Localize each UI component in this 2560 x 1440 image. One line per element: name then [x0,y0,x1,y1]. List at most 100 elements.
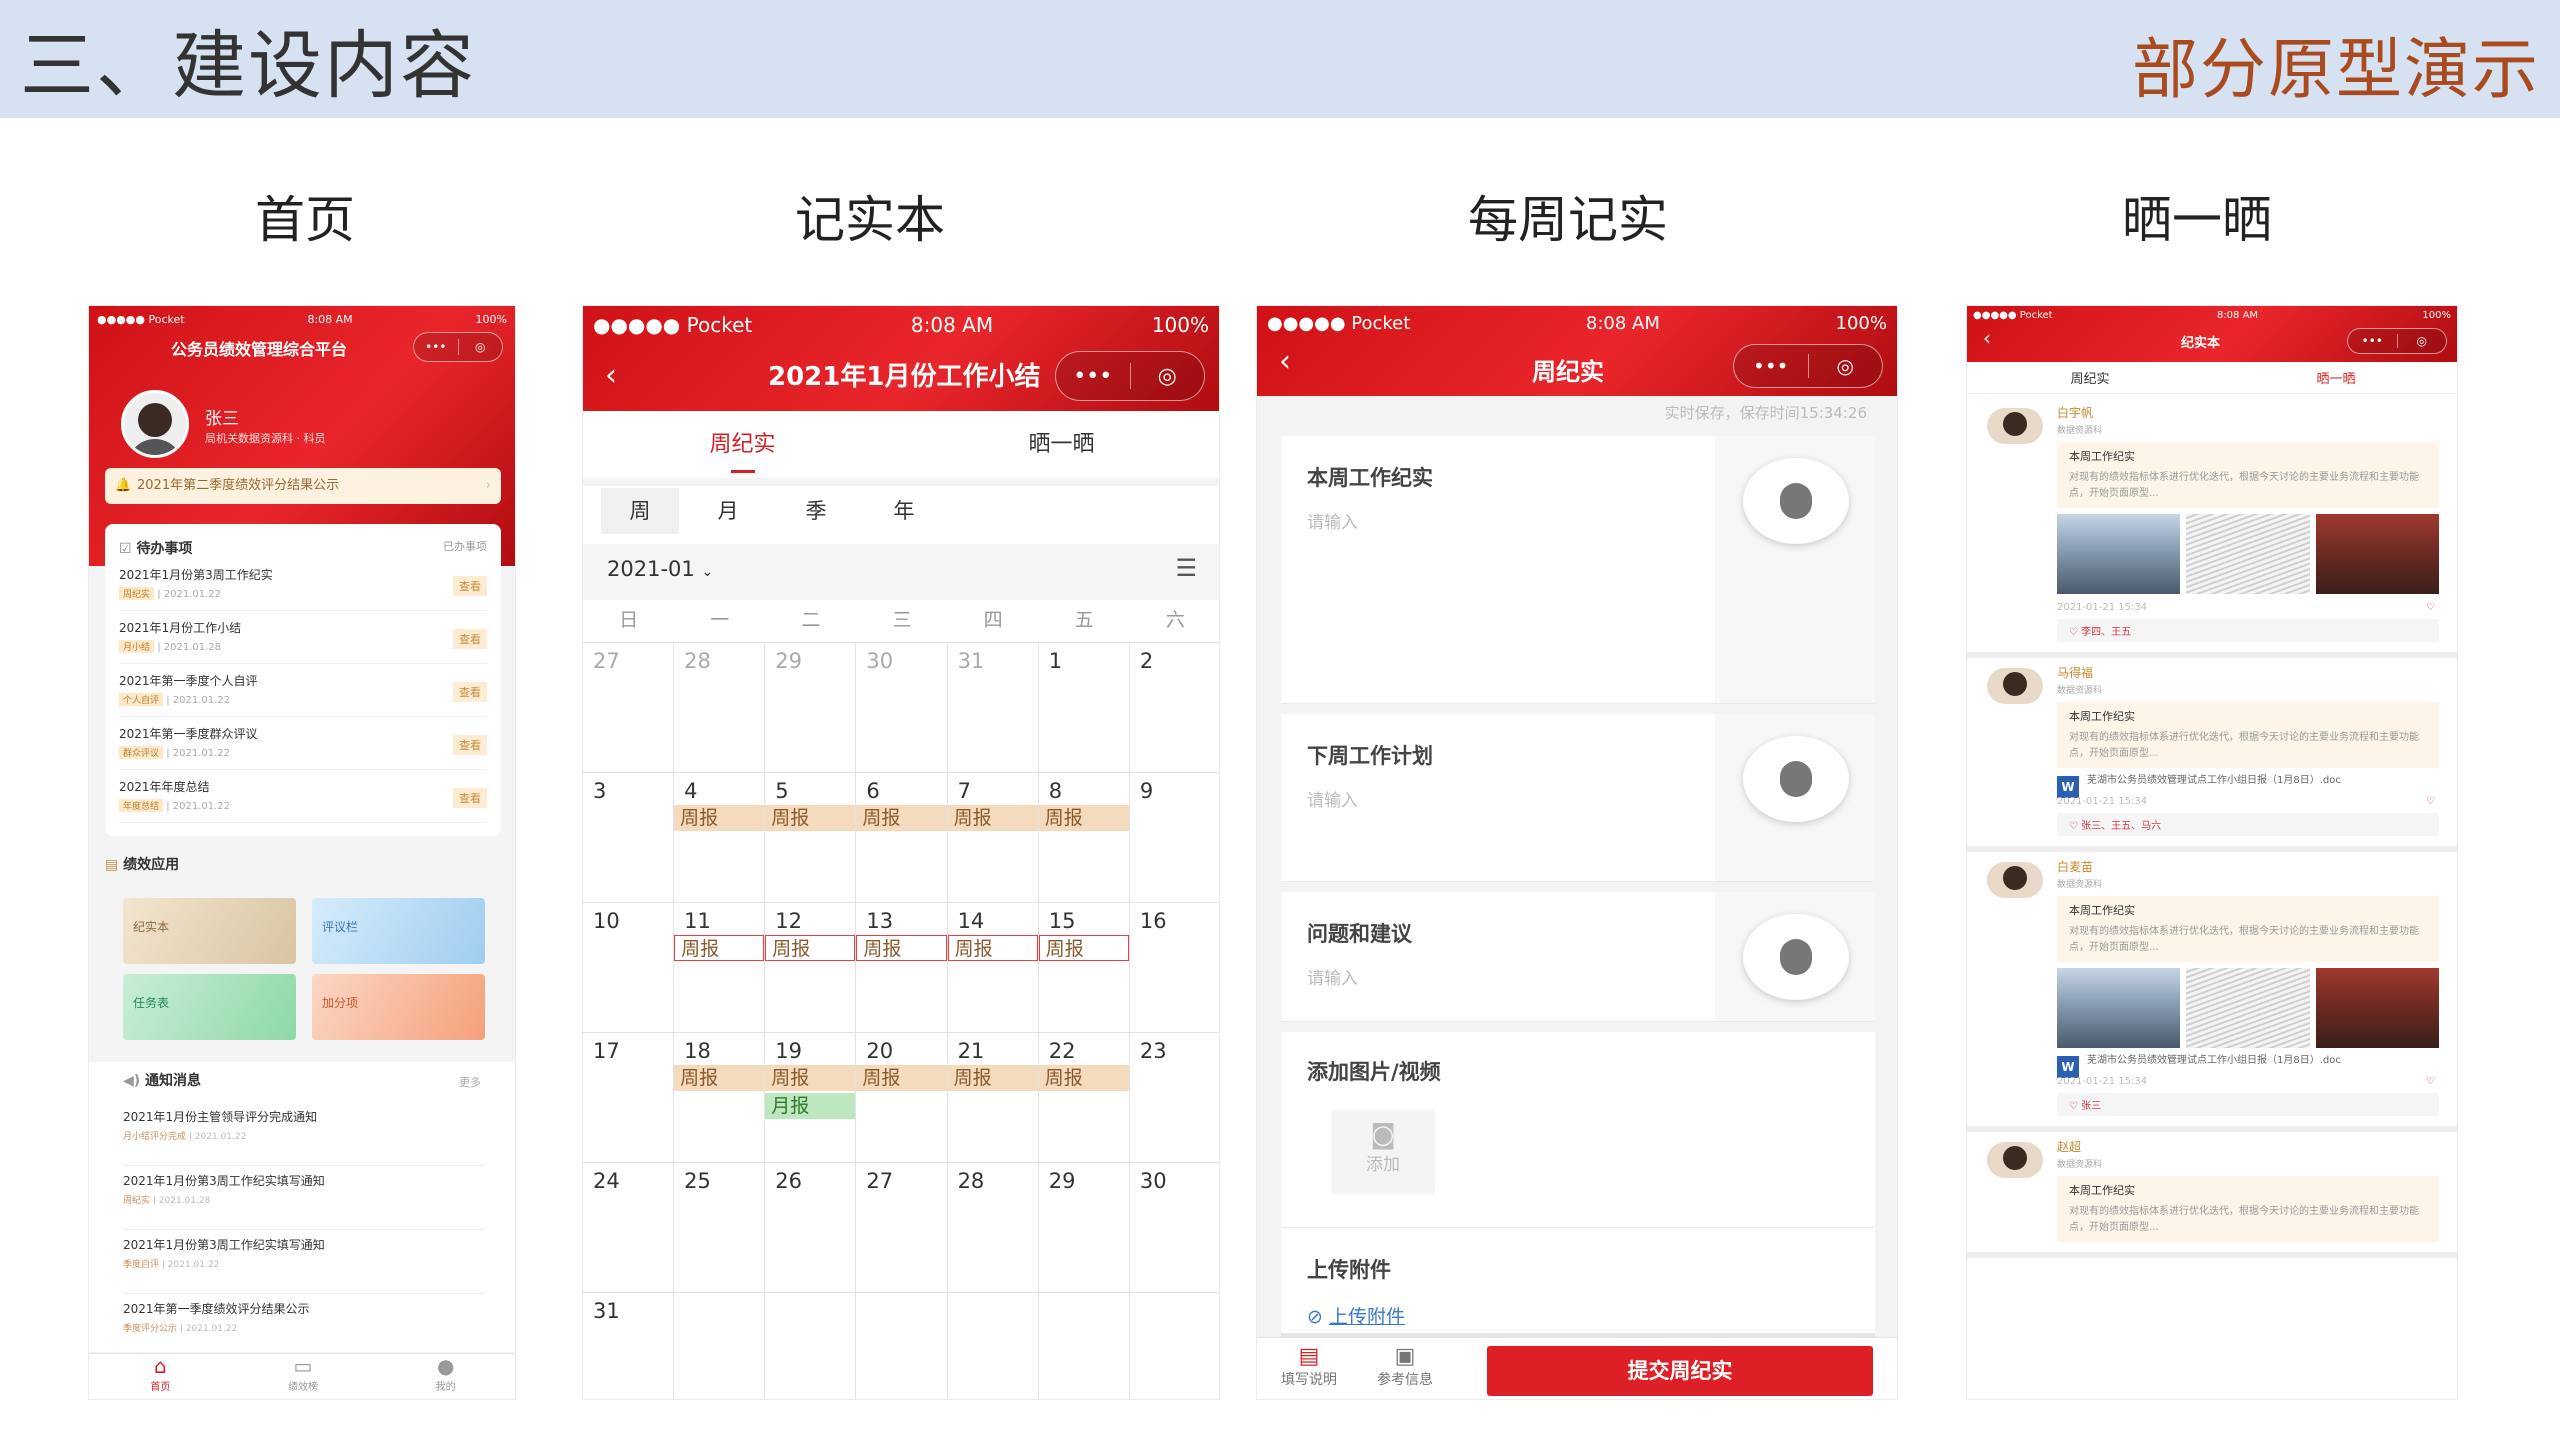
calendar-day[interactable]: 11 周报 [674,903,766,1033]
heart-icon[interactable]: ♡ [2426,796,2435,807]
view-button[interactable]: 查看 [453,682,487,702]
calendar-day[interactable]: 27 [856,1163,948,1293]
calendar-day[interactable]: 16 [1129,903,1219,1033]
reference-button[interactable]: ▣ 参考信息 [1377,1344,1433,1389]
microphone-icon[interactable] [1743,458,1849,544]
weekly-report-tag[interactable]: 周报 [765,1065,856,1091]
view-button[interactable]: 查看 [453,735,487,755]
post-attachment[interactable]: W 芜湖市公务员绩效管理试点工作小组日报（1月8日）.doc [2057,774,2439,798]
post-image[interactable] [2186,968,2310,1048]
weekly-report-tag[interactable]: 周报 [1038,1065,1129,1091]
calendar-day[interactable]: 31 [583,1293,675,1399]
notify-more[interactable]: 更多 [459,1074,481,1090]
calendar-day[interactable] [948,1293,1039,1399]
close-target-icon[interactable]: ◎ [1131,364,1205,389]
monthly-report-tag[interactable]: 月报 [765,1093,856,1119]
todo-item[interactable]: 2021年年度总结 年度总结 | 2021.01.22 查看 [119,770,487,823]
calendar-day[interactable]: 30 [856,643,948,773]
more-icon[interactable]: ••• [2348,334,2397,348]
calendar-day[interactable] [674,1293,766,1399]
weekly-report-tag[interactable]: 周报 [765,935,856,961]
view-button[interactable]: 查看 [453,788,487,808]
calendar-day[interactable]: 15 周报 [1038,903,1130,1033]
calendar-day[interactable]: 21 周报 [947,1033,1039,1163]
avatar[interactable] [1987,668,2043,704]
calendar-day[interactable] [1130,1293,1219,1399]
mini-capsule[interactable]: ••• ◎ [1055,351,1205,401]
post-image[interactable] [2057,968,2181,1048]
avatar[interactable] [1987,408,2043,444]
more-icon[interactable]: ••• [414,340,458,354]
tab-share[interactable]: 晒一晒 [902,426,1219,481]
help-button[interactable]: ▤ 填写说明 [1281,1344,1337,1389]
calendar-day[interactable]: 4 周报 [674,773,766,903]
calendar-day[interactable]: 20 周报 [856,1033,948,1163]
period-quarter[interactable]: 季 [777,488,855,534]
submit-button[interactable]: 提交周纪实 [1487,1346,1873,1396]
todo-item[interactable]: 2021年1月份第3周工作纪实 周纪实 | 2021.01.22 查看 [119,558,487,611]
period-month[interactable]: 月 [689,488,767,534]
month-select[interactable]: 2021-01 ⌄ [607,557,713,581]
calendar-day[interactable]: 18 周报 [674,1033,766,1163]
weekly-report-tag[interactable]: 周报 [674,935,765,961]
back-icon[interactable]: ‹ [1983,326,1991,350]
notice-item[interactable]: 2021年1月份主管领导评分完成通知 月小结评分完成 | 2021.01.22 [123,1102,485,1166]
microphone-icon[interactable] [1743,914,1849,1000]
back-icon[interactable]: ‹ [605,358,617,393]
tab-weekly[interactable]: 周纪实 [583,426,902,481]
add-media-button[interactable]: ◙ 添加 [1331,1110,1435,1194]
tab-share[interactable]: 晒一晒 [2213,368,2457,393]
avatar[interactable] [1987,1142,2043,1178]
weekly-report-tag[interactable]: 周报 [856,1065,947,1091]
weekly-report-tag[interactable]: 周报 [947,805,1038,831]
tab-home[interactable]: ⌂ 首页 [89,1354,232,1399]
mini-capsule[interactable]: ••• ◎ [413,332,503,362]
done-link[interactable]: 已办事项 [443,538,487,554]
close-target-icon[interactable]: ◎ [1809,354,1883,378]
calendar-day[interactable]: 22 周报 [1038,1033,1130,1163]
avatar[interactable] [121,390,189,458]
weekly-report-tag[interactable]: 周报 [1038,935,1129,961]
calendar-day[interactable] [765,1293,857,1399]
calendar-day[interactable]: 13 周报 [856,903,948,1033]
calendar-day[interactable]: 23 [1129,1033,1219,1163]
weekly-report-tag[interactable]: 周报 [765,805,856,831]
weekly-section-input[interactable]: 请输入 [1307,964,1687,1004]
more-icon[interactable]: ••• [1056,364,1130,389]
calendar-day[interactable]: 26 [765,1163,857,1293]
more-icon[interactable]: ••• [1734,354,1808,378]
notice-item[interactable]: 2021年1月份第3周工作纪实填写通知 周纪实 | 2021.01.28 [123,1166,485,1230]
post-attachment[interactable]: W 芜湖市公务员绩效管理试点工作小组日报（1月8日）.doc [2057,1054,2439,1078]
calendar-day[interactable]: 5 周报 [765,773,857,903]
calendar-day[interactable]: 24 [583,1163,675,1293]
todo-item[interactable]: 2021年第一季度群众评议 群众评议 | 2021.01.22 查看 [119,717,487,770]
calendar-day[interactable]: 25 [674,1163,766,1293]
calendar-day[interactable] [856,1293,948,1399]
calendar-day[interactable]: 3 [583,773,675,903]
avatar[interactable] [1987,862,2043,898]
mini-capsule[interactable]: ••• ◎ [2347,328,2447,354]
calendar-day[interactable]: 17 [583,1033,675,1163]
weekly-report-tag[interactable]: 周报 [856,935,947,961]
notice-bar[interactable]: 🔔 2021年第二季度绩效评分结果公示 › [105,468,501,504]
notice-item[interactable]: 2021年1月份第3周工作纪实填写通知 季度自评 | 2021.01.22 [123,1230,485,1294]
calendar-day[interactable]: 30 [1129,1163,1219,1293]
upload-attachment-link[interactable]: ⊘ 上传附件 [1307,1302,1405,1329]
post-image[interactable] [2315,514,2439,594]
post-image[interactable] [2057,514,2181,594]
calendar-day[interactable]: 28 [947,1163,1039,1293]
tab-mine[interactable]: ● 我的 [374,1354,515,1399]
calendar-day[interactable]: 9 [1129,773,1219,903]
calendar-day[interactable]: 1 [1038,643,1130,773]
weekly-report-tag[interactable]: 周报 [674,805,765,831]
todo-item[interactable]: 2021年第一季度个人自评 个人自评 | 2021.01.22 查看 [119,664,487,717]
notice-item[interactable]: 2021年第一季度绩效评分结果公示 季度评分公示 | 2021.01.22 [123,1294,485,1358]
weekly-report-tag[interactable]: 周报 [674,1065,765,1091]
calendar-day[interactable]: 29 [1038,1163,1130,1293]
app-tile-notebook[interactable]: 纪实本 [123,898,296,964]
close-target-icon[interactable]: ◎ [2398,334,2447,348]
post-image[interactable] [2315,968,2439,1048]
back-icon[interactable]: ‹ [1279,344,1291,379]
calendar-day[interactable]: 27 [583,643,675,773]
tab-rank[interactable]: ▭ 绩效榜 [232,1354,375,1399]
